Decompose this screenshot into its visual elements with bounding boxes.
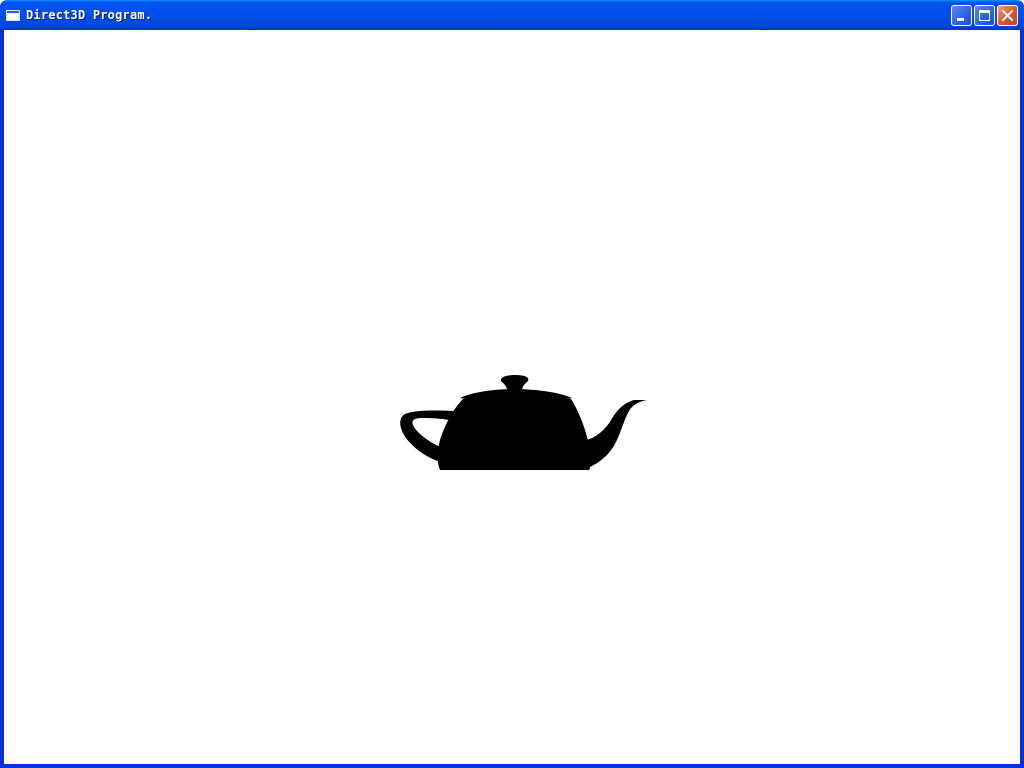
- app-icon[interactable]: [6, 10, 20, 21]
- close-icon: [1001, 9, 1014, 22]
- maximize-icon: [979, 10, 990, 21]
- minimize-button[interactable]: [951, 5, 972, 26]
- maximize-button[interactable]: [974, 5, 995, 26]
- teapot-icon: [400, 375, 647, 470]
- title-bar[interactable]: Direct3D Program.: [0, 0, 1024, 30]
- close-button[interactable]: [997, 5, 1018, 26]
- minimize-icon: [957, 18, 964, 21]
- app-window: Direct3D Program.: [0, 0, 1024, 768]
- window-title: Direct3D Program.: [26, 8, 153, 22]
- render-viewport[interactable]: [4, 30, 1020, 764]
